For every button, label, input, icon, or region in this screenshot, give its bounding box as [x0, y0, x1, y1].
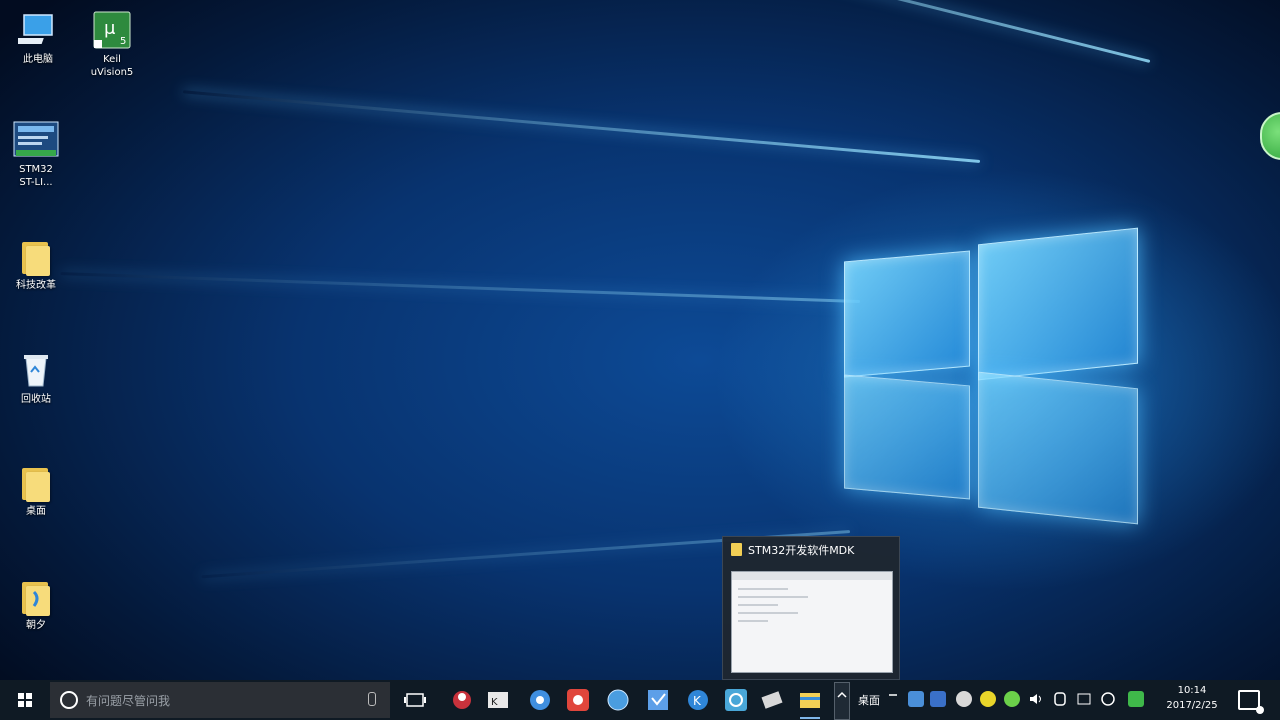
tray-app-icon[interactable]	[908, 691, 924, 707]
task-view-icon[interactable]	[404, 692, 426, 707]
file-explorer-icon[interactable]	[796, 686, 824, 719]
light-beam	[489, 0, 1151, 63]
windows-logo-pane	[844, 250, 970, 378]
k-app-icon[interactable]: K	[684, 686, 712, 714]
preview-thumbnail[interactable]	[731, 571, 893, 673]
desktop-icon-label: 回收站	[21, 394, 51, 405]
svg-text:μ: μ	[104, 18, 116, 39]
tray-app-icon[interactable]	[980, 691, 996, 707]
recycle-bin-icon	[16, 350, 56, 390]
folder-icon	[16, 462, 56, 502]
desktop-wallpaper	[0, 0, 1280, 680]
light-beam	[60, 272, 861, 303]
preview-title: STM32开发软件MDK	[731, 543, 893, 559]
kmplayer-app-icon[interactable]: K	[484, 686, 512, 714]
desktop-icon-label: 桌面	[26, 506, 46, 517]
taskbar-scroll-button[interactable]	[834, 682, 850, 720]
security-icon[interactable]	[1100, 691, 1116, 707]
folder-icon	[16, 236, 56, 276]
svg-text:5: 5	[120, 36, 126, 47]
desktop-icon-folder-keji[interactable]: 科技改革	[0, 236, 72, 292]
windows-icon	[18, 693, 32, 707]
desktop-icon-keil[interactable]: μ 5 Keil uVision5	[76, 10, 148, 79]
folder-icon	[731, 543, 742, 556]
cortana-icon	[60, 691, 78, 709]
desktop-icon-label: 科技改革	[16, 280, 56, 291]
tray-chevron-icon[interactable]	[888, 691, 898, 707]
desktop-toolbar-label[interactable]: 桌面	[858, 692, 880, 708]
tray-app-icon[interactable]	[1004, 691, 1020, 707]
shield-app-icon[interactable]	[644, 686, 672, 714]
keil-icon: μ 5	[92, 10, 132, 50]
desktop-icon-label: Keil uVision5	[90, 54, 134, 78]
clock-time: 10:14	[1177, 685, 1207, 696]
search-input[interactable]: 有问题尽管问我	[50, 682, 390, 718]
windows-logo-pane	[978, 371, 1138, 525]
light-beam	[182, 90, 981, 163]
clock-date: 2017/2/25	[1166, 700, 1218, 711]
svg-text:K: K	[491, 697, 498, 708]
red-bird-app-icon[interactable]	[448, 686, 476, 714]
microphone-icon[interactable]	[368, 692, 376, 706]
tray-app-icon[interactable]	[956, 691, 972, 707]
tray-app-icon[interactable]	[1128, 691, 1144, 707]
windows-logo-pane	[844, 374, 970, 500]
computer-icon	[9, 10, 58, 50]
desktop-icon-label: 朝夕	[26, 620, 46, 631]
image-app-icon[interactable]	[722, 686, 750, 714]
tool-app-icon[interactable]	[758, 686, 786, 714]
desktop-icon-folder-desktop[interactable]: 桌面	[0, 462, 72, 518]
tray-app-icon[interactable]	[930, 691, 946, 707]
desktop-icon-folder-zhaoxi[interactable]: 朝夕	[0, 576, 72, 632]
folder-icon	[16, 576, 56, 616]
desktop-icon-stlink[interactable]: STM32 ST-LI...	[0, 120, 72, 189]
taskbar-window-preview[interactable]: STM32开发软件MDK	[722, 536, 900, 680]
svg-text:K: K	[693, 694, 702, 708]
windows-logo-pane	[978, 227, 1138, 381]
system-clock[interactable]: 10:14 2017/2/25	[1156, 683, 1228, 713]
network-icon[interactable]	[1052, 691, 1068, 707]
volume-icon[interactable]	[1028, 691, 1044, 707]
action-center-icon[interactable]	[1238, 690, 1264, 714]
desktop-icon-recycle-bin[interactable]: 回收站	[0, 350, 72, 406]
search-placeholder: 有问题尽管问我	[86, 694, 171, 708]
desktop-icon-this-pc[interactable]: 此电脑	[2, 10, 74, 66]
baidu-app-icon[interactable]	[526, 686, 554, 714]
red-app-icon[interactable]	[564, 686, 592, 714]
taskbar: 有问题尽管问我 K K 桌面 10:14 2017/2/25	[0, 680, 1280, 720]
desktop-icon-label: 此电脑	[23, 54, 53, 65]
start-button[interactable]	[6, 684, 44, 716]
stlink-icon	[12, 120, 60, 160]
input-method-icon[interactable]	[1076, 691, 1092, 707]
desktop-icon-label: STM32 ST-LI...	[19, 164, 53, 188]
notification-badge	[1256, 706, 1264, 714]
globe-app-icon[interactable]	[604, 686, 632, 714]
